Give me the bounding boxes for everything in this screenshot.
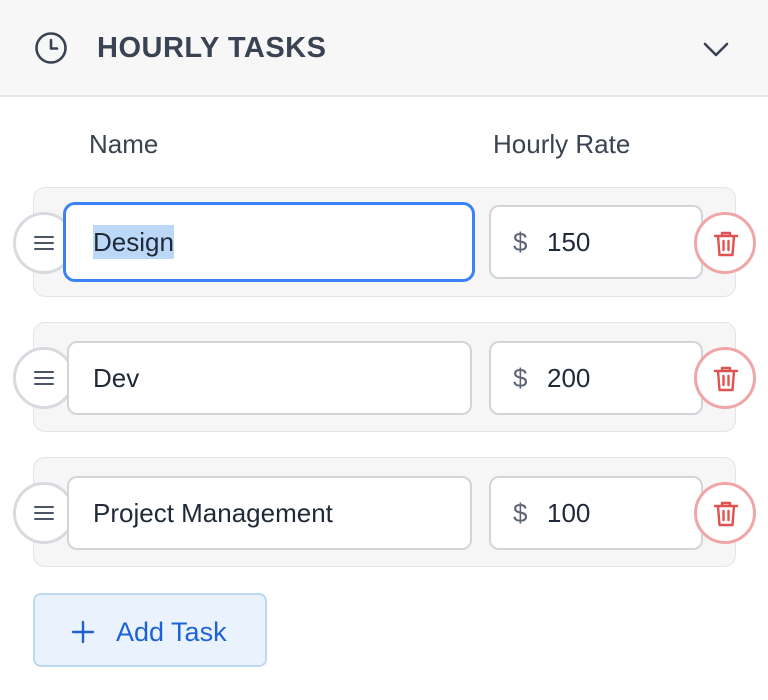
drag-handle-icon [34, 506, 54, 520]
task-row: Dev $ 200 [13, 322, 756, 432]
delete-task-button[interactable] [694, 482, 756, 544]
add-task-button[interactable]: Add Task [33, 593, 267, 667]
add-task-label: Add Task [116, 617, 227, 647]
task-name-text: Dev [93, 363, 140, 393]
task-name-text: Project Management [93, 498, 333, 528]
drag-handle[interactable] [13, 347, 75, 409]
drag-handle-icon [34, 236, 54, 250]
column-header-hourly-rate: Hourly Rate [493, 129, 631, 159]
plus-icon [71, 620, 95, 644]
chevron-down-icon[interactable] [700, 33, 732, 65]
hourly-rate-value: 100 [547, 498, 591, 528]
clock-icon [35, 32, 67, 64]
panel-title: HOURLY TASKS [97, 32, 327, 64]
drag-handle-icon [34, 371, 54, 385]
trash-icon [713, 231, 739, 257]
hourly-rate-value: 150 [547, 227, 591, 257]
column-header-name: Name [89, 129, 159, 159]
hourly-rate-input[interactable]: $ 200 [489, 341, 703, 415]
task-row: Design $ 150 [13, 187, 756, 297]
task-name-input[interactable]: Project Management [67, 476, 472, 550]
task-name-input[interactable]: Dev [67, 341, 472, 415]
delete-task-button[interactable] [694, 347, 756, 409]
hourly-rate-input[interactable]: $ 150 [489, 205, 703, 279]
task-name-text: Design [93, 225, 174, 259]
trash-icon [713, 501, 739, 527]
task-name-input[interactable]: Design [63, 202, 475, 282]
panel-header[interactable]: HOURLY TASKS [0, 0, 768, 97]
currency-symbol: $ [513, 498, 528, 528]
hourly-rate-value: 200 [547, 363, 591, 393]
currency-symbol: $ [513, 227, 528, 257]
drag-handle[interactable] [13, 482, 75, 544]
trash-icon [713, 366, 739, 392]
currency-symbol: $ [513, 363, 528, 393]
task-row: Project Management $ 100 [13, 457, 756, 567]
delete-task-button[interactable] [694, 212, 756, 274]
hourly-rate-input[interactable]: $ 100 [489, 476, 703, 550]
